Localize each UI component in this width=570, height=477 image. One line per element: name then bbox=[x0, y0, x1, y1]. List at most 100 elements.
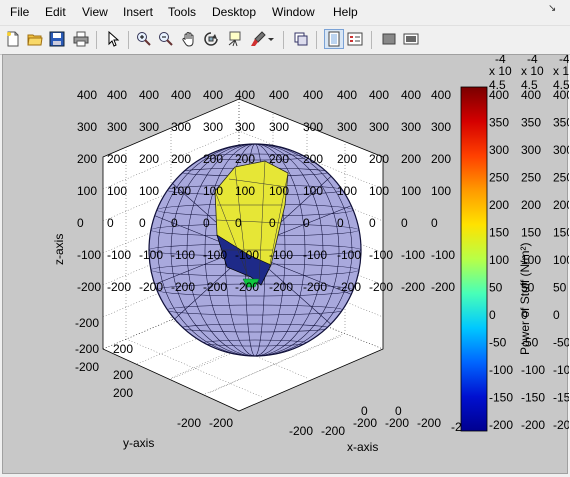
toolbar-separator bbox=[128, 31, 129, 49]
data-cursor-icon[interactable] bbox=[226, 30, 244, 48]
zoom-in-icon[interactable] bbox=[135, 30, 153, 48]
save-icon[interactable] bbox=[48, 30, 66, 48]
insert-colorbar-icon[interactable] bbox=[324, 29, 344, 49]
menu-edit[interactable]: Edit bbox=[45, 5, 66, 19]
z-tick-label: 300 bbox=[431, 120, 451, 134]
z-tick-label: 300 bbox=[369, 120, 389, 134]
z-tick-label: 400 bbox=[107, 88, 127, 102]
print-icon[interactable] bbox=[72, 30, 90, 48]
x-tick-label: 200 bbox=[113, 368, 133, 382]
colorbar-label: Power of Stuff (N/m²) bbox=[518, 243, 532, 355]
y-tick-label: -200 bbox=[75, 316, 99, 330]
menu-window[interactable]: Window bbox=[272, 5, 315, 19]
colorbar-tick: 150 bbox=[521, 226, 541, 240]
z-tick-label: 100 bbox=[171, 184, 191, 198]
open-file-icon[interactable] bbox=[26, 30, 44, 48]
brush-icon[interactable] bbox=[249, 30, 267, 48]
z-tick-label: 100 bbox=[235, 184, 255, 198]
colorbar-tick: -150 bbox=[521, 391, 545, 405]
menu-view[interactable]: View bbox=[82, 5, 108, 19]
bottom-zero-label: 0 bbox=[361, 404, 368, 418]
z-tick-label: -200 bbox=[139, 280, 163, 294]
colorbar-tick: 200 bbox=[521, 198, 541, 212]
z-tick-label: 400 bbox=[337, 88, 357, 102]
z-tick-label: -200 bbox=[369, 280, 393, 294]
insert-legend-icon[interactable] bbox=[346, 30, 364, 48]
colorbar-tick: 250 bbox=[489, 171, 509, 185]
colorbar-tick: -150 bbox=[553, 391, 569, 405]
z-tick-label: 400 bbox=[369, 88, 389, 102]
toolbar-separator bbox=[96, 31, 97, 49]
zoom-out-icon[interactable] bbox=[157, 30, 175, 48]
z-tick-label: 400 bbox=[139, 88, 159, 102]
menu-file[interactable]: File bbox=[10, 5, 29, 19]
new-figure-icon[interactable] bbox=[4, 30, 22, 48]
z-axis-label: z-axis bbox=[52, 234, 66, 265]
colorbar-tick: 150 bbox=[553, 226, 569, 240]
z-tick-label: 0 bbox=[337, 216, 344, 230]
z-tick-label: 400 bbox=[171, 88, 191, 102]
z-tick-label: 300 bbox=[203, 120, 223, 134]
colorbar-tick: 250 bbox=[553, 171, 569, 185]
z-tick-label: 100 bbox=[269, 184, 289, 198]
hide-plot-tools-icon[interactable] bbox=[380, 30, 398, 48]
z-tick-label: 400 bbox=[203, 88, 223, 102]
figure-canvas[interactable]: 400 400 400 400 400 400 400 400 400 400 400 400 300 3… bbox=[2, 54, 569, 474]
z-tick-label: -100 bbox=[269, 248, 293, 262]
z-tick-label: -100 bbox=[77, 248, 101, 262]
y-tick-label: -200 bbox=[75, 342, 99, 356]
z-tick-label: -100 bbox=[303, 248, 327, 262]
z-tick-label: 100 bbox=[77, 184, 97, 198]
brush-dropdown-icon[interactable] bbox=[266, 30, 276, 48]
z-tick-label: 300 bbox=[235, 120, 255, 134]
colorbar-tick: 300 bbox=[553, 143, 569, 157]
z-tick-label: 400 bbox=[77, 88, 97, 102]
z-tick-label: 200 bbox=[107, 152, 127, 166]
z-tick-label: -100 bbox=[369, 248, 393, 262]
z-tick-label: -100 bbox=[431, 248, 455, 262]
z-tick-label: 400 bbox=[235, 88, 255, 102]
z-tick-label: 200 bbox=[369, 152, 389, 166]
z-tick-label: -100 bbox=[107, 248, 131, 262]
menu-desktop[interactable]: Desktop bbox=[212, 5, 256, 19]
edit-plot-arrow-icon[interactable] bbox=[104, 30, 122, 48]
z-tick-label: 200 bbox=[269, 152, 289, 166]
link-plot-icon[interactable] bbox=[292, 30, 310, 48]
z-tick-label: 100 bbox=[139, 184, 159, 198]
colorbar-tick: 0 bbox=[553, 308, 560, 322]
z-tick-label: 400 bbox=[269, 88, 289, 102]
z-tick-label: 0 bbox=[171, 216, 178, 230]
colorbar-tick: -200 bbox=[553, 418, 569, 432]
z-tick-label: 300 bbox=[107, 120, 127, 134]
z-tick-label: -100 bbox=[139, 248, 163, 262]
bottom-tick-label: -200 bbox=[353, 416, 377, 430]
colorbar-power-3: -4 bbox=[559, 55, 569, 66]
z-tick-label: 0 bbox=[269, 216, 276, 230]
z-tick-label: 0 bbox=[107, 216, 114, 230]
colorbar-tick: 50 bbox=[489, 281, 503, 295]
rotate-3d-icon[interactable] bbox=[202, 30, 220, 48]
colorbar-tick: 350 bbox=[521, 116, 541, 130]
z-tick-label: -200 bbox=[77, 280, 101, 294]
z-tick-label: 400 bbox=[303, 88, 323, 102]
z-tick-label: -100 bbox=[337, 248, 361, 262]
z-tick-label: 300 bbox=[269, 120, 289, 134]
z-tick-label: 200 bbox=[77, 152, 97, 166]
z-tick-label: 400 bbox=[431, 88, 451, 102]
x-tick-label: 200 bbox=[113, 342, 133, 356]
menu-tools[interactable]: Tools bbox=[168, 5, 196, 19]
pan-hand-icon[interactable] bbox=[180, 30, 198, 48]
z-tick-label: 0 bbox=[303, 216, 310, 230]
dock-arrow-icon[interactable]: ↘ bbox=[548, 3, 556, 14]
menu-insert[interactable]: Insert bbox=[123, 5, 153, 19]
z-tick-label: 100 bbox=[431, 184, 451, 198]
z-tick-label: 100 bbox=[337, 184, 357, 198]
colorbar-tick: 300 bbox=[521, 143, 541, 157]
z-tick-label: -200 bbox=[203, 280, 227, 294]
colorbar-power-2: -4 bbox=[527, 55, 538, 66]
z-tick-label: 100 bbox=[369, 184, 389, 198]
colorbar[interactable]: 400350300250200150100500-50-100-150-2004… bbox=[460, 55, 569, 432]
z-tick-label: 200 bbox=[235, 152, 255, 166]
menu-help[interactable]: Help bbox=[333, 5, 358, 19]
show-plot-tools-icon[interactable] bbox=[402, 30, 420, 48]
